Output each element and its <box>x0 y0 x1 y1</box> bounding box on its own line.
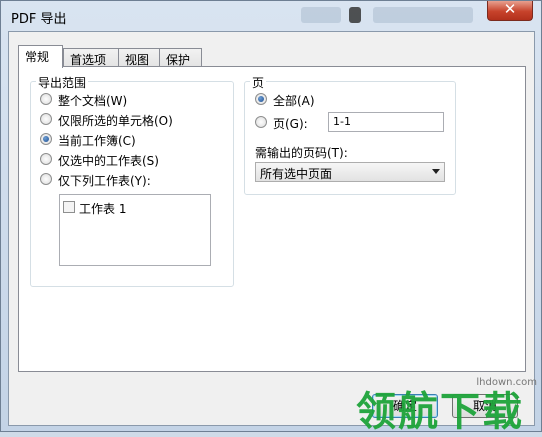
radio-label: 整个文档(W) <box>58 94 128 108</box>
watermark-url: lhdown.com <box>476 377 537 388</box>
radio-button[interactable] <box>40 173 52 185</box>
tab-label: 视图 <box>125 53 150 67</box>
chevron-down-icon <box>432 169 440 174</box>
export-range-group: 导出范围 整个文档(W) 仅限所选的单元格(O) 当前工作簿(C) 仅选中的工作… <box>30 74 234 287</box>
output-pages-label: 需输出的页码(T): <box>255 146 348 160</box>
pdf-export-dialog: PDF 导出 ✕ 常规 首选项 视图 保护 导出范围 整个文档(W) 仅限所选的… <box>0 0 542 435</box>
radio-button[interactable] <box>40 113 52 125</box>
select-value: 所有选中页面 <box>260 167 333 181</box>
radio-button[interactable] <box>255 116 267 128</box>
radio-button[interactable] <box>40 153 52 165</box>
radio-button[interactable] <box>255 93 267 105</box>
export-range-title: 导出范围 <box>36 74 89 91</box>
radio-label: 当前工作簿(C) <box>58 134 136 148</box>
tab-preferences[interactable]: 首选项 <box>63 48 119 67</box>
blurred-background <box>301 7 341 23</box>
close-icon: ✕ <box>503 0 517 18</box>
tab-panel-general: 导出范围 整个文档(W) 仅限所选的单元格(O) 当前工作簿(C) 仅选中的工作… <box>18 66 526 372</box>
sheet-checkbox[interactable] <box>63 201 75 213</box>
radio-label: 仅限所选的单元格(O) <box>58 114 173 128</box>
tab-general[interactable]: 常规 <box>18 45 63 68</box>
sheet-list[interactable]: 工作表 1 <box>59 194 211 266</box>
radio-label: 仅下列工作表(Y): <box>58 174 151 188</box>
watermark-logo: 领航下载 lhdown.com <box>356 373 542 435</box>
pages-group: 页 全部(A) 页(G): 1-1 需输出的页码(T): 所有选中页面 <box>244 74 456 195</box>
window-title: PDF 导出 <box>11 12 67 27</box>
sheet-label: 工作表 1 <box>79 202 127 216</box>
radio-label: 页(G): <box>273 117 308 131</box>
tab-label: 首选项 <box>70 53 107 67</box>
title-bar[interactable]: PDF 导出 ✕ <box>1 0 541 31</box>
pages-title: 页 <box>250 74 267 91</box>
tab-label: 常规 <box>25 50 50 64</box>
radio-label: 全部(A) <box>273 94 315 108</box>
blurred-background <box>349 7 361 23</box>
close-button[interactable]: ✕ <box>487 0 533 21</box>
blurred-background <box>373 7 473 23</box>
radio-button[interactable] <box>40 133 52 145</box>
tab-protection[interactable]: 保护 <box>159 48 202 67</box>
dialog-body: 常规 首选项 视图 保护 导出范围 整个文档(W) 仅限所选的单元格(O) 当前… <box>8 31 535 426</box>
tab-view[interactable]: 视图 <box>118 48 160 67</box>
radio-button[interactable] <box>40 93 52 105</box>
page-range-input[interactable]: 1-1 <box>328 112 444 132</box>
radio-label: 仅选中的工作表(S) <box>58 154 159 168</box>
output-pages-select[interactable]: 所有选中页面 <box>255 162 445 182</box>
tab-label: 保护 <box>166 53 191 67</box>
